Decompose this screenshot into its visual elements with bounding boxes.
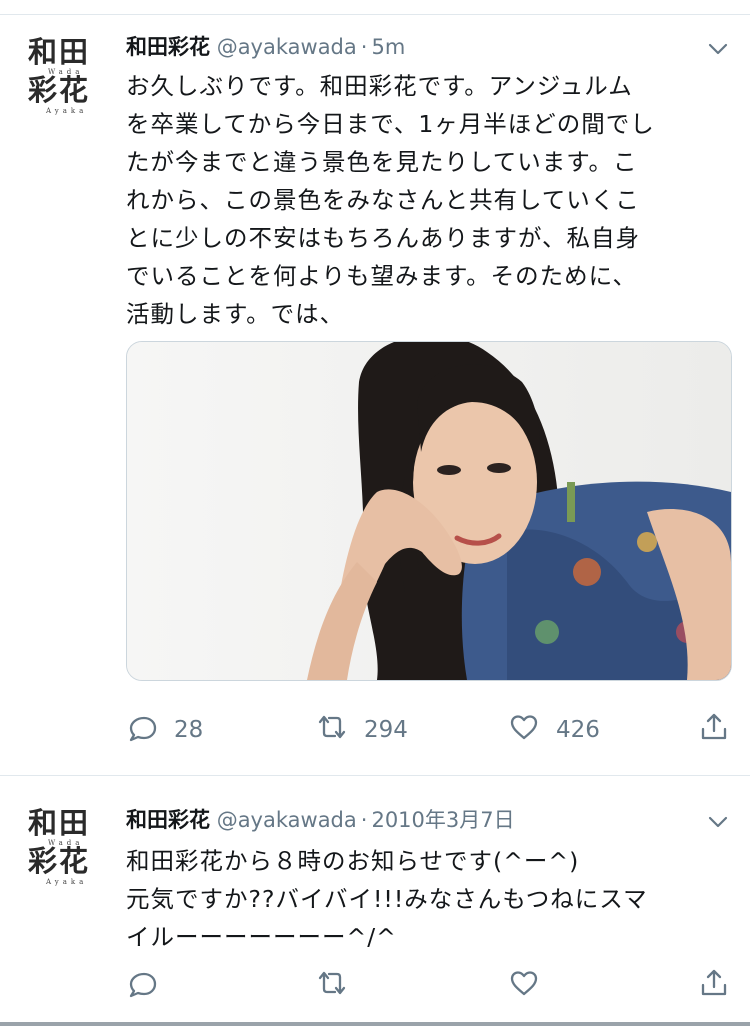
share-button[interactable]: [698, 710, 730, 750]
retweet-icon: [316, 967, 348, 1005]
tweet-text-line: でいることを何よりも望みます。そのために、: [126, 262, 637, 290]
reply-button[interactable]: [126, 966, 158, 1006]
tweet-text: 和田彩花から８時のお知らせです(^ー^) 元気ですか??バイバイ!!!みなさんも…: [126, 842, 726, 956]
like-button[interactable]: [508, 966, 540, 1006]
tweet-text-line: イルーーーーーーー^/^: [126, 923, 397, 951]
chevron-down-icon[interactable]: [706, 37, 730, 61]
tweet-text-line: 和田彩花から８時のお知らせです(^ー^): [126, 847, 580, 875]
retweet-button[interactable]: 294: [316, 710, 408, 750]
tweet-text: お久しぶりです。和田彩花です。アンジュルム を卒業してから今日まで、1ヶ月半ほど…: [126, 67, 726, 333]
tweet-actions: 28 294 426: [0, 710, 750, 750]
share-icon: [698, 711, 730, 749]
tweet-text-line: れから、この景色をみなさんと共有していくこ: [126, 186, 640, 214]
reply-icon: [126, 711, 158, 749]
avatar-romaji-bottom: Ayaka: [46, 107, 88, 115]
tweet-2[interactable]: 和田 Wada 彩花 Ayaka 和田彩花 @ayakawada · 2010年3月…: [0, 776, 750, 1024]
tweet-header: 和田彩花 @ayakawada · 5m: [126, 32, 405, 62]
tweet-actions: [0, 966, 750, 1006]
user-handle[interactable]: @ayakawada: [217, 808, 357, 832]
avatar-name-bottom: 彩花: [28, 844, 91, 878]
tweet-text-line: お久しぶりです。和田彩花です。アンジュルム: [126, 72, 633, 100]
display-name[interactable]: 和田彩花: [126, 35, 210, 59]
like-button[interactable]: 426: [508, 710, 600, 750]
reply-icon: [126, 967, 158, 1005]
timestamp[interactable]: 5m: [371, 35, 405, 59]
user-handle[interactable]: @ayakawada: [217, 35, 357, 59]
retweet-count: 294: [364, 717, 408, 743]
retweet-icon: [316, 711, 348, 749]
separator-dot: ·: [360, 808, 368, 832]
tweet-photo[interactable]: [126, 341, 732, 681]
timestamp[interactable]: 2010年3月7日: [371, 808, 514, 832]
avatar[interactable]: 和田 Wada 彩花 Ayaka: [22, 37, 102, 117]
tweet-header: 和田彩花 @ayakawada · 2010年3月7日: [126, 805, 515, 835]
tweet-text-line: とに少しの不安はもちろんありますが、私自身: [126, 224, 641, 252]
avatar[interactable]: 和田 Wada 彩花 Ayaka: [22, 808, 102, 888]
tweet-text-line: たが今までと違う景色を見たりしています。こ: [126, 148, 638, 176]
portrait-illustration: [127, 342, 731, 680]
heart-icon: [508, 711, 540, 749]
avatar-name-top: 和田: [28, 806, 91, 840]
like-count: 426: [556, 717, 600, 743]
reply-count: 28: [174, 717, 204, 743]
separator-dot: ·: [360, 35, 368, 59]
display-name[interactable]: 和田彩花: [126, 808, 210, 832]
tweet-text-line: を卒業してから今日まで、1ヶ月半ほどの間でし: [126, 110, 655, 138]
tweet-1[interactable]: 和田 Wada 彩花 Ayaka 和田彩花 @ayakawada · 5m お久しぶ…: [0, 15, 750, 775]
avatar-romaji-bottom: Ayaka: [46, 878, 88, 886]
avatar-name-top: 和田: [28, 35, 91, 69]
heart-icon: [508, 967, 540, 1005]
share-button[interactable]: [698, 966, 730, 1006]
share-icon: [698, 967, 730, 1005]
tweet-text-line: 元気ですか??バイバイ!!!みなさんもつねにスマ: [126, 885, 648, 913]
avatar-name-bottom: 彩花: [28, 73, 91, 107]
retweet-button[interactable]: [316, 966, 348, 1006]
tweet-text-line: 活動します。では、: [126, 300, 345, 328]
chevron-down-icon[interactable]: [706, 810, 730, 834]
reply-button[interactable]: 28: [126, 710, 203, 750]
bottom-bar: [0, 1022, 750, 1026]
